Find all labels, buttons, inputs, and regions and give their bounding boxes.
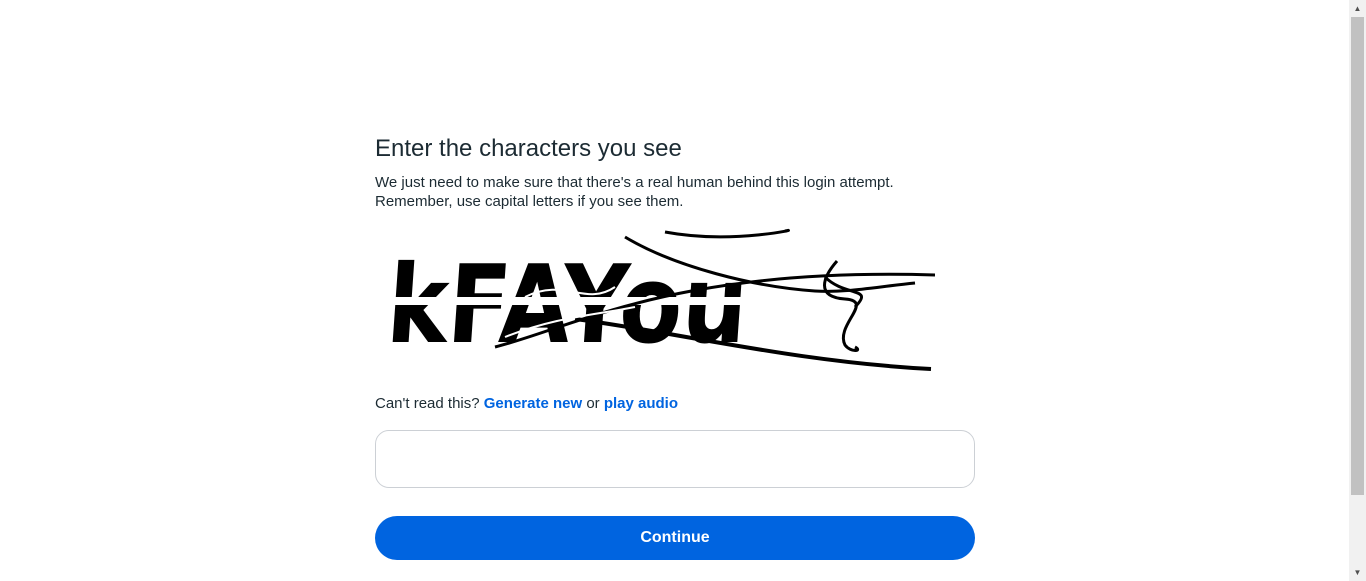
generate-new-link[interactable]: Generate new: [484, 395, 582, 412]
scroll-thumb[interactable]: [1351, 17, 1364, 495]
captcha-help: Can't read this? Generate new or play au…: [375, 394, 975, 414]
cant-read-prefix: Can't read this?: [375, 395, 480, 412]
page-title: Enter the characters you see: [375, 135, 682, 162]
description-line-2: Remember, use capital letters if you see…: [375, 193, 684, 210]
description-line-1: We just need to make sure that there's a…: [375, 174, 894, 191]
scroll-up-arrow-icon[interactable]: ▲: [1349, 0, 1366, 17]
or-text: or: [586, 395, 600, 412]
continue-button[interactable]: Continue: [375, 516, 975, 560]
page: Enter the characters you see We just nee…: [0, 0, 1366, 581]
captcha-input[interactable]: [375, 430, 975, 488]
scroll-down-arrow-icon[interactable]: ▼: [1349, 564, 1366, 581]
page-description: We just need to make sure that there's a…: [375, 173, 975, 211]
captcha-form: Enter the characters you see We just nee…: [375, 132, 975, 560]
play-audio-link[interactable]: play audio: [604, 395, 678, 412]
captcha-image: kFAYou: [375, 227, 935, 375]
captcha-text: kFAYou: [383, 242, 752, 368]
vertical-scrollbar[interactable]: ▲ ▼: [1349, 0, 1366, 581]
